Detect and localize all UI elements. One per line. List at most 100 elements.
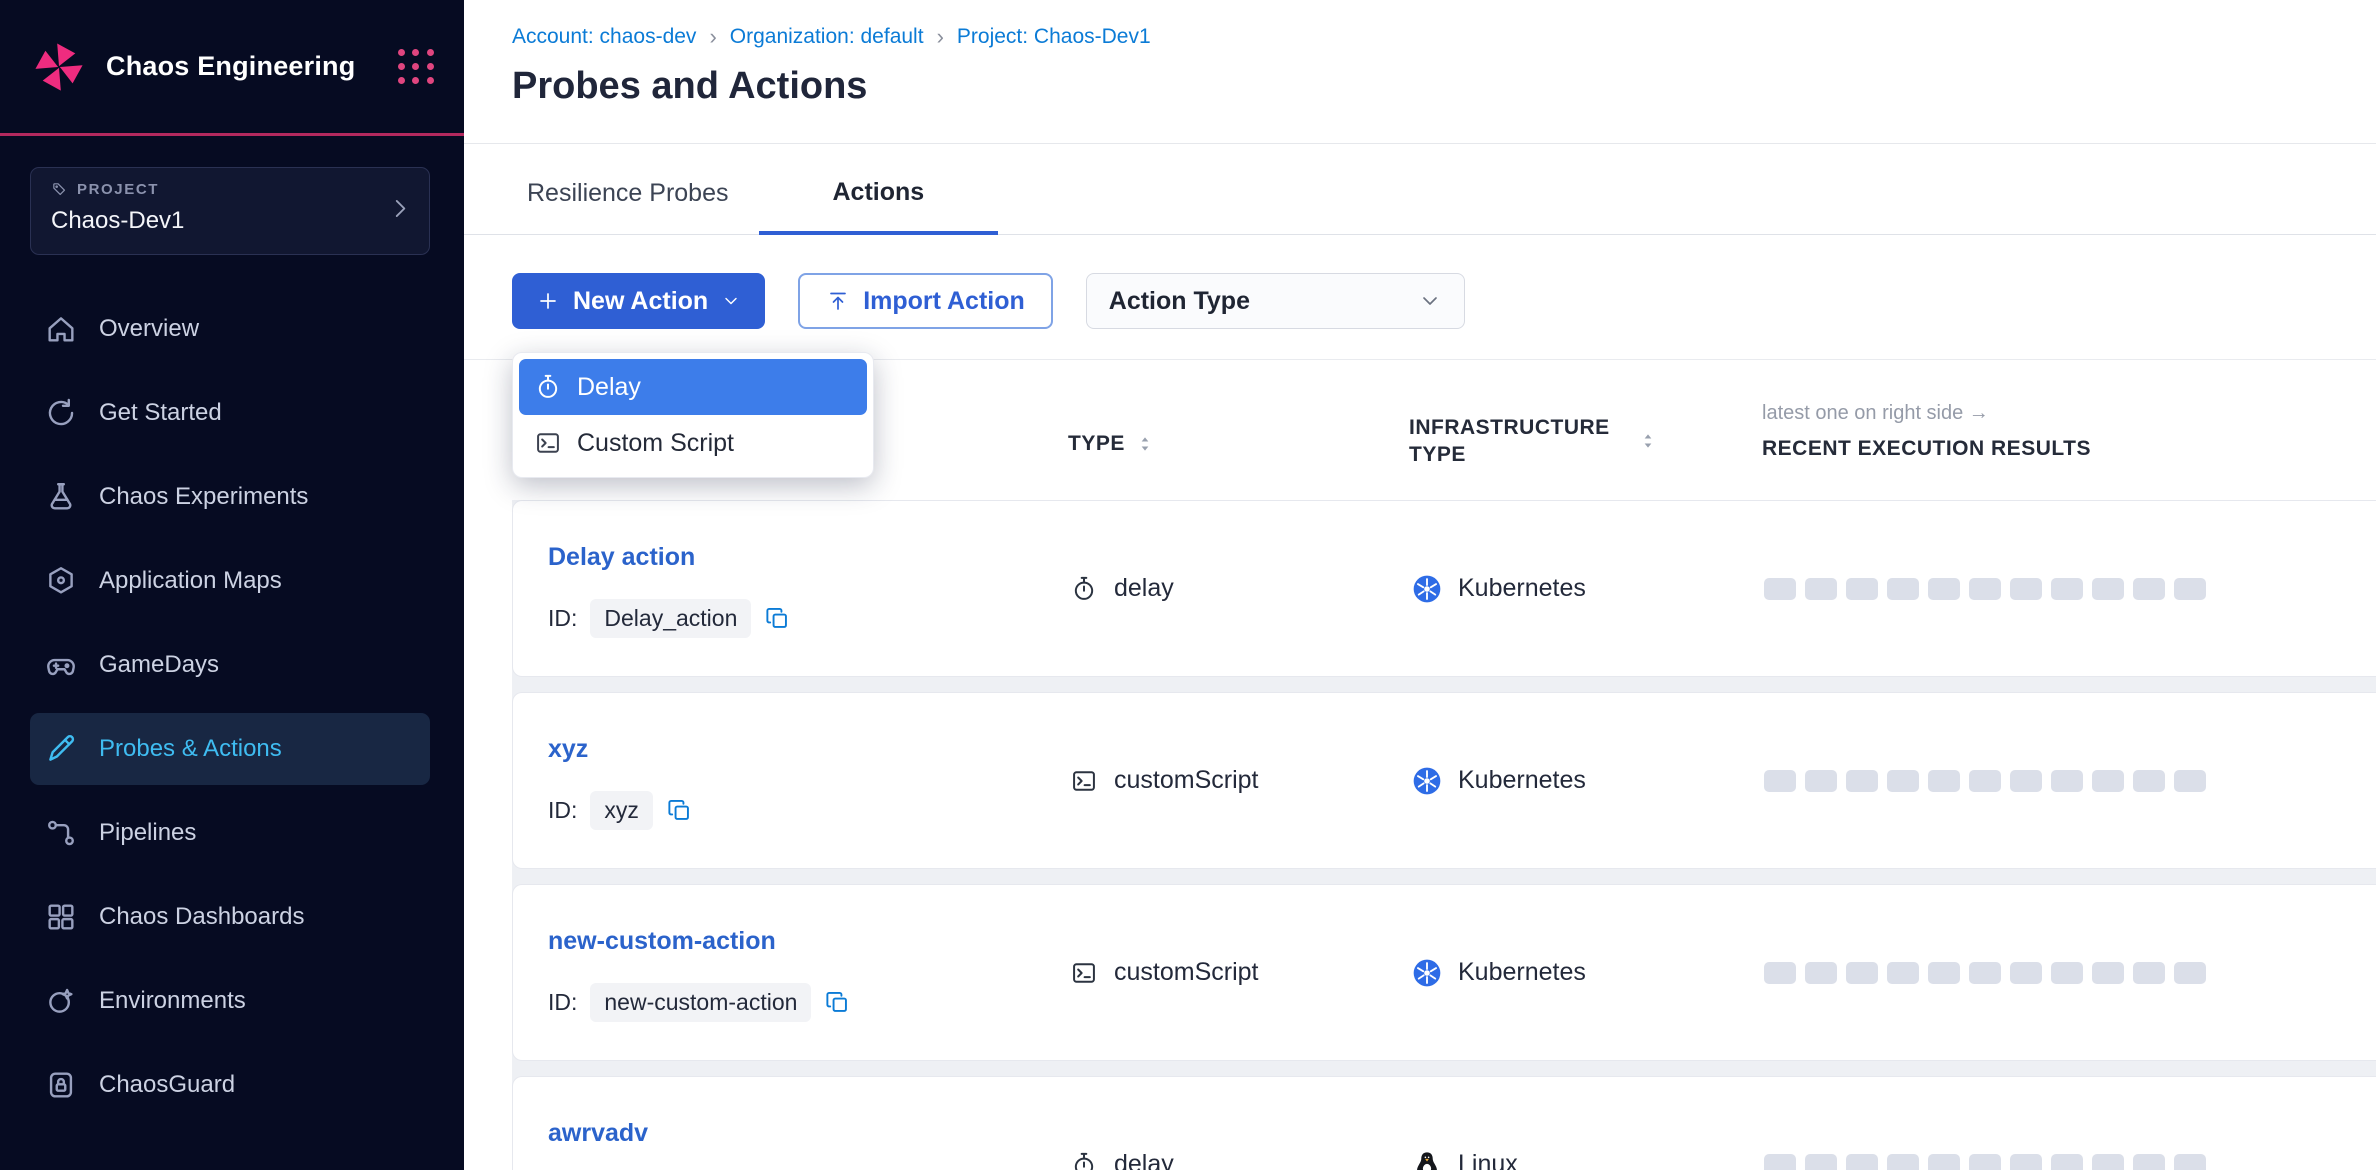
chevron-down-icon — [721, 291, 741, 311]
id-value: new-custom-action — [590, 983, 811, 1022]
breadcrumb-project-link[interactable]: Project: Chaos-Dev1 — [957, 25, 1151, 49]
menu-item-delay[interactable]: Delay — [519, 359, 867, 415]
execution-result-placeholder — [1846, 962, 1878, 984]
sidebar-item-overview[interactable]: Overview — [30, 293, 430, 365]
new-action-label: New Action — [573, 287, 708, 316]
tab-resilience-probes[interactable]: Resilience Probes — [519, 179, 737, 234]
import-icon — [826, 289, 850, 313]
chaos-logo-icon[interactable] — [30, 38, 88, 96]
flask-icon — [44, 480, 78, 514]
action-type-filter-label: Action Type — [1109, 287, 1250, 316]
copy-icon[interactable] — [764, 605, 791, 632]
execution-result-placeholder — [2092, 1154, 2124, 1170]
copy-icon[interactable] — [666, 797, 693, 824]
infrastructure-label: Kubernetes — [1458, 958, 1586, 987]
execution-result-placeholder — [2051, 1154, 2083, 1170]
column-header-infrastructure-type[interactable]: INFRASTRUCTURE TYPE — [1409, 414, 1658, 469]
sidebar-item-chaos-experiments[interactable]: Chaos Experiments — [30, 461, 430, 533]
plus-icon — [536, 289, 560, 313]
tab-actions[interactable]: Actions — [759, 178, 999, 235]
type-label: customScript — [1114, 766, 1258, 795]
execution-result-placeholder — [1805, 578, 1837, 600]
id-value: xyz — [590, 791, 653, 830]
execution-result-placeholder — [1887, 962, 1919, 984]
table-row: xyz ID: xyz customScript Kubernetes — [512, 692, 2376, 869]
sidebar-item-label: ChaosGuard — [99, 1071, 235, 1099]
execution-result-placeholder — [1928, 770, 1960, 792]
infrastructure-cell: Kubernetes — [1411, 693, 1586, 868]
actions-table: Delay action ID: Delay_action delay Kube… — [512, 500, 2376, 1170]
script-icon — [1070, 767, 1098, 795]
sidebar-header: Chaos Engineering — [0, 0, 464, 136]
breadcrumb-organization-link[interactable]: Organization: default — [730, 25, 924, 49]
id-label: ID: — [548, 605, 577, 632]
breadcrumb-account-link[interactable]: Account: chaos-dev — [512, 25, 696, 49]
column-header-recent-results: latest one on right side → RECENT EXECUT… — [1762, 402, 2091, 461]
brand-title: Chaos Engineering — [106, 51, 398, 82]
execution-result-placeholder — [2010, 578, 2042, 600]
sidebar-item-chaosguard[interactable]: ChaosGuard — [30, 1049, 430, 1121]
recent-execution-results — [1764, 693, 2206, 868]
type-cell: customScript — [1070, 693, 1258, 868]
action-name-link[interactable]: Delay action — [548, 543, 695, 572]
action-name-link[interactable]: awrvadv — [548, 1119, 648, 1148]
sidebar-item-label: Chaos Experiments — [99, 483, 308, 511]
script-icon — [1070, 959, 1098, 987]
project-name: Chaos-Dev1 — [51, 207, 409, 235]
execution-result-placeholder — [1928, 578, 1960, 600]
execution-result-placeholder — [2051, 962, 2083, 984]
sidebar: Chaos Engineering PROJECT Chaos-Dev1 Ove… — [0, 0, 464, 1170]
execution-result-placeholder — [1969, 962, 2001, 984]
execution-result-placeholder — [1764, 770, 1796, 792]
shield-lock-icon — [44, 1068, 78, 1102]
infrastructure-label: Kubernetes — [1458, 766, 1586, 795]
new-action-button[interactable]: New Action — [512, 273, 765, 329]
sidebar-item-label: Pipelines — [99, 819, 196, 847]
execution-result-placeholder — [2051, 770, 2083, 792]
execution-result-placeholder — [2092, 770, 2124, 792]
action-type-filter[interactable]: Action Type — [1086, 273, 1465, 329]
sidebar-nav: Overview Get Started Chaos Experiments A… — [30, 293, 430, 1133]
type-label: delay — [1114, 1150, 1174, 1170]
execution-result-placeholder — [1969, 1154, 2001, 1170]
sidebar-item-environments[interactable]: Environments — [30, 965, 430, 1037]
project-selector[interactable]: PROJECT Chaos-Dev1 — [30, 167, 430, 255]
menu-item-custom-script[interactable]: Custom Script — [519, 415, 867, 471]
execution-result-placeholder — [1887, 770, 1919, 792]
environment-icon — [44, 984, 78, 1018]
sidebar-item-application-maps[interactable]: Application Maps — [30, 545, 430, 617]
sidebar-item-gamedays[interactable]: GameDays — [30, 629, 430, 701]
app-root: Chaos Engineering PROJECT Chaos-Dev1 Ove… — [0, 0, 2376, 1170]
main-content: Account: chaos-dev › Organization: defau… — [464, 0, 2376, 1170]
kubernetes-icon — [1411, 765, 1443, 797]
sidebar-item-get-started[interactable]: Get Started — [30, 377, 430, 449]
action-id: ID: xyz — [548, 791, 693, 830]
infrastructure-cell: Kubernetes — [1411, 885, 1586, 1060]
infrastructure-label: Kubernetes — [1458, 574, 1586, 603]
breadcrumb-separator: › — [937, 24, 944, 50]
execution-result-placeholder — [1764, 1154, 1796, 1170]
sidebar-item-pipelines[interactable]: Pipelines — [30, 797, 430, 869]
execution-result-placeholder — [2010, 770, 2042, 792]
import-action-button[interactable]: Import Action — [798, 273, 1053, 329]
action-name-link[interactable]: xyz — [548, 735, 588, 764]
module-switcher-icon[interactable] — [398, 49, 434, 84]
execution-result-placeholder — [2092, 962, 2124, 984]
execution-result-placeholder — [2174, 962, 2206, 984]
sidebar-item-chaos-dashboards[interactable]: Chaos Dashboards — [30, 881, 430, 953]
get-started-icon — [44, 396, 78, 430]
execution-result-placeholder — [2010, 1154, 2042, 1170]
kubernetes-icon — [1411, 573, 1443, 605]
stopwatch-icon — [534, 373, 562, 401]
type-label: delay — [1114, 574, 1174, 603]
execution-result-placeholder — [2174, 1154, 2206, 1170]
execution-result-placeholder — [2174, 770, 2206, 792]
copy-icon[interactable] — [824, 989, 851, 1016]
import-action-label: Import Action — [863, 287, 1025, 316]
menu-item-label: Custom Script — [577, 429, 734, 458]
sidebar-item-probes-actions[interactable]: Probes & Actions — [30, 713, 430, 785]
column-header-type[interactable]: TYPE — [1068, 432, 1155, 456]
action-name-link[interactable]: new-custom-action — [548, 927, 776, 956]
sort-icon — [1135, 434, 1155, 454]
execution-result-placeholder — [2174, 578, 2206, 600]
